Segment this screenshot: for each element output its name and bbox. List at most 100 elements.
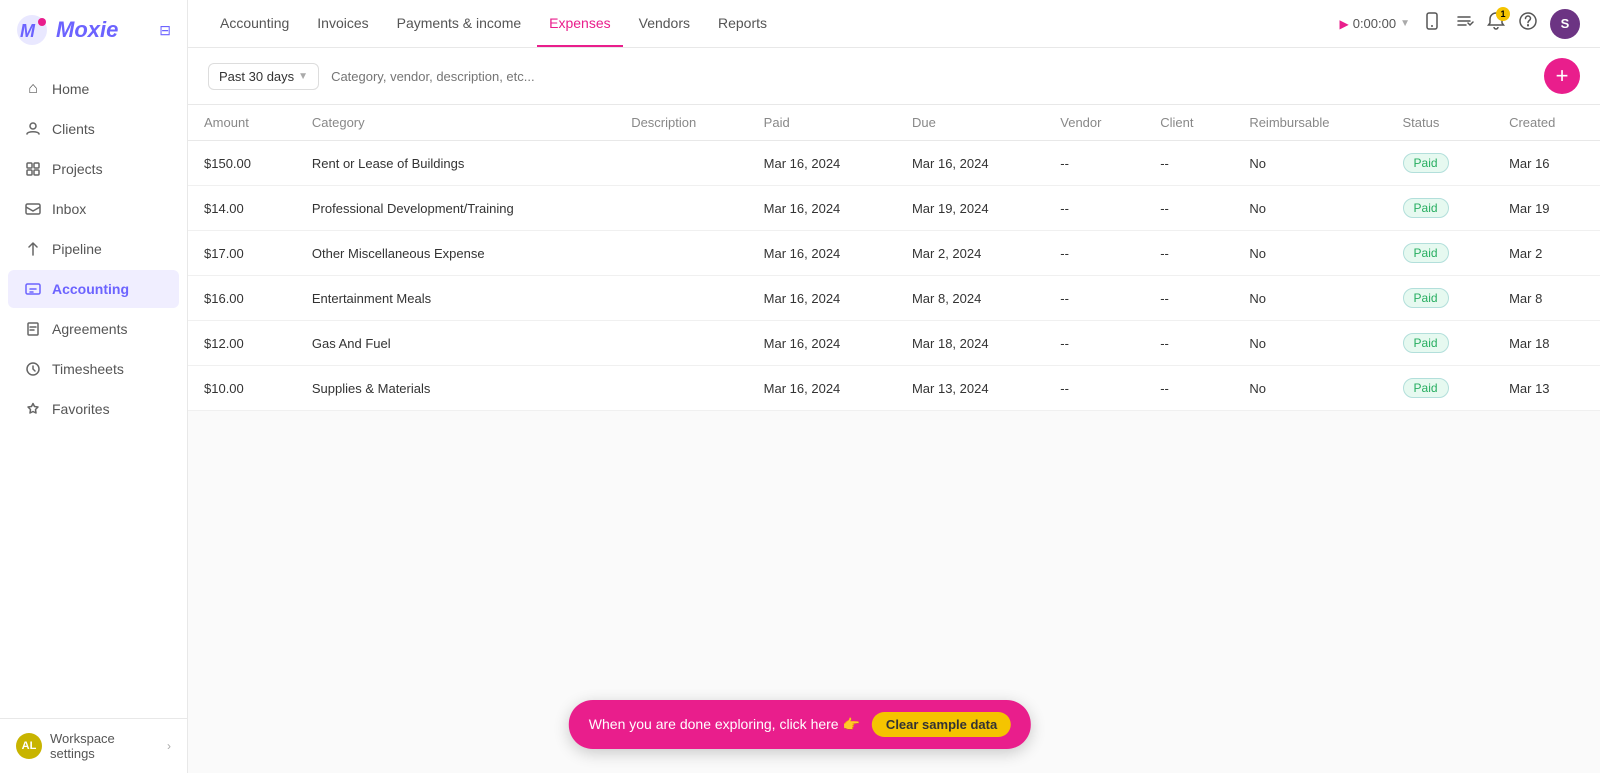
cell-status: Paid bbox=[1387, 321, 1494, 366]
sidebar-item-label: Agreements bbox=[52, 321, 127, 337]
main-area: Accounting Invoices Payments & income Ex… bbox=[188, 0, 1600, 773]
col-paid[interactable]: Paid bbox=[748, 105, 896, 141]
banner-container: When you are done exploring, click here … bbox=[569, 700, 1031, 749]
table-row[interactable]: $12.00 Gas And Fuel Mar 16, 2024 Mar 18,… bbox=[188, 321, 1600, 366]
clear-sample-data-button[interactable]: Clear sample data bbox=[872, 712, 1011, 737]
user-avatar[interactable]: S bbox=[1550, 9, 1580, 39]
sidebar-logo-area: M Moxie ⊟ bbox=[0, 0, 187, 60]
tab-payments-income[interactable]: Payments & income bbox=[385, 1, 534, 47]
cell-description bbox=[615, 366, 747, 411]
tab-vendors[interactable]: Vendors bbox=[627, 1, 702, 47]
tab-reports[interactable]: Reports bbox=[706, 1, 779, 47]
sidebar-item-projects[interactable]: Projects bbox=[8, 150, 179, 188]
cell-created: Mar 8 bbox=[1493, 276, 1600, 321]
banner-text: When you are done exploring, click here … bbox=[589, 716, 860, 733]
sidebar-item-label: Timesheets bbox=[52, 361, 124, 377]
cell-description bbox=[615, 231, 747, 276]
table-row[interactable]: $150.00 Rent or Lease of Buildings Mar 1… bbox=[188, 141, 1600, 186]
sidebar-item-inbox[interactable]: Inbox bbox=[8, 190, 179, 228]
accounting-icon bbox=[24, 280, 42, 298]
cell-amount: $12.00 bbox=[188, 321, 296, 366]
cell-description bbox=[615, 186, 747, 231]
top-navigation: Accounting Invoices Payments & income Ex… bbox=[188, 0, 1600, 48]
cell-paid: Mar 16, 2024 bbox=[748, 276, 896, 321]
sidebar-item-pipeline[interactable]: Pipeline bbox=[8, 230, 179, 268]
cell-amount: $150.00 bbox=[188, 141, 296, 186]
svg-text:M: M bbox=[20, 21, 36, 41]
add-expense-button[interactable]: + bbox=[1544, 58, 1580, 94]
cell-due: Mar 16, 2024 bbox=[896, 141, 1044, 186]
sidebar-expand-button[interactable]: ⊟ bbox=[159, 22, 171, 39]
timesheets-icon bbox=[24, 360, 42, 378]
tab-accounting[interactable]: Accounting bbox=[208, 1, 301, 47]
sidebar-nav: ⌂ Home Clients Projects Inbox bbox=[0, 60, 187, 718]
timer-button[interactable]: ▶ 0:00:00 ▼ bbox=[1339, 16, 1410, 31]
tab-invoices[interactable]: Invoices bbox=[305, 1, 380, 47]
projects-icon bbox=[24, 160, 42, 178]
cell-paid: Mar 16, 2024 bbox=[748, 186, 896, 231]
sidebar-item-agreements[interactable]: Agreements bbox=[8, 310, 179, 348]
sidebar-item-label: Clients bbox=[52, 121, 95, 137]
cell-client: -- bbox=[1144, 186, 1233, 231]
cell-due: Mar 13, 2024 bbox=[896, 366, 1044, 411]
search-input[interactable] bbox=[331, 69, 1524, 84]
cell-reimbursable: No bbox=[1233, 366, 1386, 411]
date-filter-button[interactable]: Past 30 days ▼ bbox=[208, 63, 319, 90]
timer-chevron-icon: ▼ bbox=[1400, 18, 1410, 29]
date-filter-chevron-icon: ▼ bbox=[298, 71, 308, 82]
checklist-icon-button[interactable] bbox=[1454, 11, 1474, 36]
cell-description bbox=[615, 141, 747, 186]
cell-status: Paid bbox=[1387, 276, 1494, 321]
sidebar-item-clients[interactable]: Clients bbox=[8, 110, 179, 148]
table-row[interactable]: $14.00 Professional Development/Training… bbox=[188, 186, 1600, 231]
cell-status: Paid bbox=[1387, 366, 1494, 411]
sidebar: M Moxie ⊟ ⌂ Home Clients Projects bbox=[0, 0, 188, 773]
cell-client: -- bbox=[1144, 276, 1233, 321]
pipeline-icon bbox=[24, 240, 42, 258]
moxie-logo-text: Moxie bbox=[56, 17, 118, 43]
table-row[interactable]: $10.00 Supplies & Materials Mar 16, 2024… bbox=[188, 366, 1600, 411]
status-badge: Paid bbox=[1403, 198, 1449, 218]
cell-amount: $17.00 bbox=[188, 231, 296, 276]
col-reimbursable: Reimbursable bbox=[1233, 105, 1386, 141]
cell-due: Mar 19, 2024 bbox=[896, 186, 1044, 231]
sidebar-item-timesheets[interactable]: Timesheets bbox=[8, 350, 179, 388]
sidebar-item-accounting[interactable]: Accounting bbox=[8, 270, 179, 308]
cell-created: Mar 2 bbox=[1493, 231, 1600, 276]
cell-reimbursable: No bbox=[1233, 186, 1386, 231]
table-row[interactable]: $16.00 Entertainment Meals Mar 16, 2024 … bbox=[188, 276, 1600, 321]
tab-expenses[interactable]: Expenses bbox=[537, 1, 622, 47]
cell-category: Gas And Fuel bbox=[296, 321, 615, 366]
sidebar-item-label: Projects bbox=[52, 161, 103, 177]
sidebar-item-label: Pipeline bbox=[52, 241, 102, 257]
cell-status: Paid bbox=[1387, 141, 1494, 186]
cell-due: Mar 2, 2024 bbox=[896, 231, 1044, 276]
notification-bell-button[interactable]: 1 bbox=[1486, 11, 1506, 36]
sidebar-item-favorites[interactable]: Favorites bbox=[8, 390, 179, 428]
expenses-table-wrapper: Amount Category Description Paid Due Ven… bbox=[188, 105, 1600, 411]
col-description: Description bbox=[615, 105, 747, 141]
workspace-settings[interactable]: AL Workspace settings › bbox=[0, 718, 187, 773]
cell-paid: Mar 16, 2024 bbox=[748, 321, 896, 366]
cell-paid: Mar 16, 2024 bbox=[748, 231, 896, 276]
cell-category: Other Miscellaneous Expense bbox=[296, 231, 615, 276]
status-badge: Paid bbox=[1403, 333, 1449, 353]
moxie-logo-icon: M bbox=[16, 14, 48, 46]
cell-created: Mar 13 bbox=[1493, 366, 1600, 411]
cell-category: Professional Development/Training bbox=[296, 186, 615, 231]
col-client: Client bbox=[1144, 105, 1233, 141]
cell-category: Entertainment Meals bbox=[296, 276, 615, 321]
cell-reimbursable: No bbox=[1233, 141, 1386, 186]
cell-client: -- bbox=[1144, 231, 1233, 276]
sidebar-item-home[interactable]: ⌂ Home bbox=[8, 70, 179, 108]
table-row[interactable]: $17.00 Other Miscellaneous Expense Mar 1… bbox=[188, 231, 1600, 276]
avatar: AL bbox=[16, 733, 42, 759]
cell-reimbursable: No bbox=[1233, 276, 1386, 321]
sample-data-banner: When you are done exploring, click here … bbox=[569, 700, 1031, 749]
cell-status: Paid bbox=[1387, 231, 1494, 276]
help-icon-button[interactable] bbox=[1518, 11, 1538, 36]
col-category: Category bbox=[296, 105, 615, 141]
home-icon: ⌂ bbox=[24, 80, 42, 98]
inbox-icon bbox=[24, 200, 42, 218]
device-icon-button[interactable] bbox=[1422, 11, 1442, 36]
